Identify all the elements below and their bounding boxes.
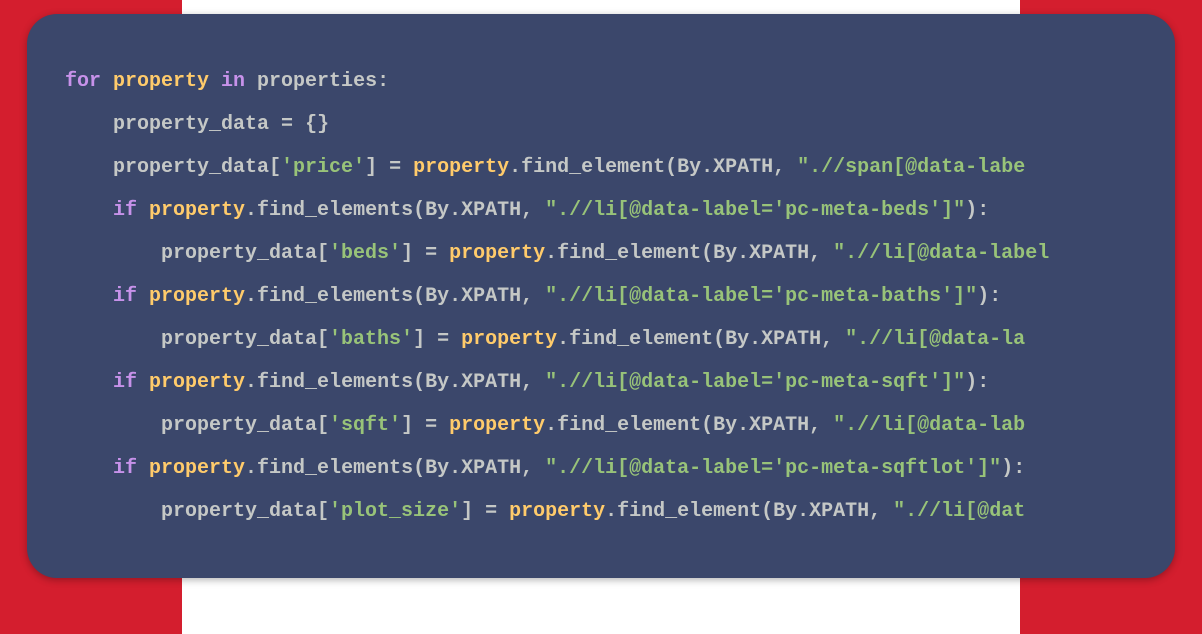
code-token: .find_element(By.XPATH, [605,500,893,523]
code-block: for property in properties: property_dat… [27,14,1175,578]
code-line: property_data['plot_size'] = property.fi… [65,490,1155,533]
code-container: for property in properties: property_dat… [65,60,1155,533]
code-token: property [413,156,509,179]
code-token: ".//li[@data-label='pc-meta-sqft']" [545,371,965,394]
code-token: .find_elements(By.XPATH, [245,199,545,222]
code-line: property_data['baths'] = property.find_e… [65,318,1155,361]
code-token: if [113,371,149,394]
code-token: if [113,285,149,308]
code-token: property [461,328,557,351]
code-token: ): [1001,457,1025,480]
code-line: property_data['sqft'] = property.find_el… [65,404,1155,447]
code-line: if property.find_elements(By.XPATH, ".//… [65,189,1155,232]
code-token: if [113,457,149,480]
code-token: property [149,457,245,480]
code-token: property_data[ [113,156,281,179]
code-token: property [113,70,209,93]
code-token: for [65,70,113,93]
code-line: if property.find_elements(By.XPATH, ".//… [65,447,1155,490]
code-token: .find_element(By.XPATH, [545,242,833,265]
code-token: ] [401,242,425,265]
code-token: property_data[ [161,242,329,265]
code-token: property_data[ [161,500,329,523]
code-token: if [113,199,149,222]
code-line: if property.find_elements(By.XPATH, ".//… [65,275,1155,318]
code-line: property_data['price'] = property.find_e… [65,146,1155,189]
code-token: ] [461,500,485,523]
code-line: property_data = {} [65,103,1155,146]
code-token: ".//li[@data-label='pc-meta-baths']" [545,285,977,308]
code-token: ".//li[@data-la [845,328,1025,351]
code-token: property [149,199,245,222]
code-token: ".//span[@data-labe [797,156,1025,179]
code-token: ".//li[@data-lab [833,414,1025,437]
code-token: ".//li[@data-label='pc-meta-beds']" [545,199,965,222]
code-line: property_data['beds'] = property.find_el… [65,232,1155,275]
code-token: property [449,414,545,437]
code-line: if property.find_elements(By.XPATH, ".//… [65,361,1155,404]
code-token: property [449,242,545,265]
code-token: 'sqft' [329,414,401,437]
code-token: property_data [113,113,281,136]
code-token: in [209,70,257,93]
code-token: property [149,371,245,394]
code-token: ] [365,156,389,179]
code-token: {} [305,113,329,136]
code-token: ".//li[@data-label [833,242,1049,265]
code-token: property_data[ [161,414,329,437]
code-token: .find_elements(By.XPATH, [245,457,545,480]
code-token: ".//li[@dat [893,500,1025,523]
code-token: = [389,156,413,179]
code-token: ".//li[@data-label='pc-meta-sqftlot']" [545,457,1001,480]
code-token: ): [965,371,989,394]
code-token: .find_elements(By.XPATH, [245,371,545,394]
code-line: for property in properties: [65,60,1155,103]
code-token: ): [965,199,989,222]
code-token: ] [413,328,437,351]
code-token: 'plot_size' [329,500,461,523]
code-token: .find_element(By.XPATH, [545,414,833,437]
code-token: ): [977,285,1001,308]
code-token: 'baths' [329,328,413,351]
code-token: = [485,500,509,523]
code-token: .find_element(By.XPATH, [509,156,797,179]
code-token: = [437,328,461,351]
code-token: property [149,285,245,308]
code-token: 'price' [281,156,365,179]
code-token: : [377,70,389,93]
code-token: = [425,414,449,437]
code-token: property [509,500,605,523]
code-token: = [425,242,449,265]
code-token: .find_element(By.XPATH, [557,328,845,351]
code-token: .find_elements(By.XPATH, [245,285,545,308]
code-token: = [281,113,305,136]
code-token: 'beds' [329,242,401,265]
code-token: ] [401,414,425,437]
code-token: property_data[ [161,328,329,351]
code-token: properties [257,70,377,93]
